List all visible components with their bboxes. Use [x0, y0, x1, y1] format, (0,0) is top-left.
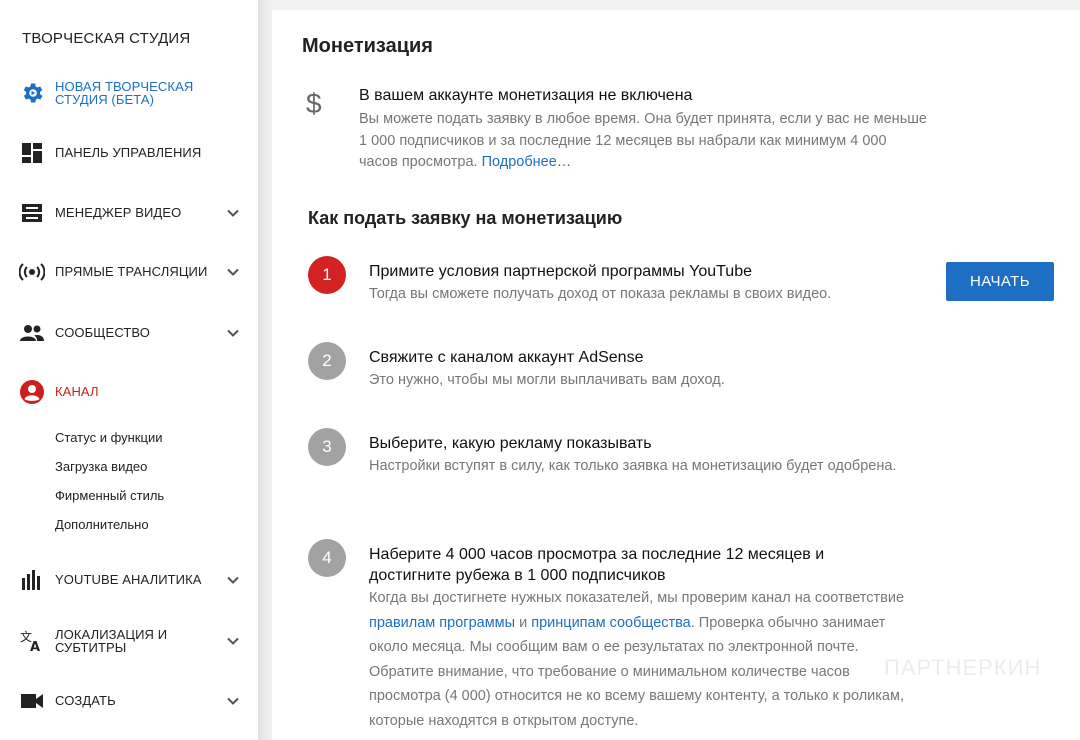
sidebar-item-create[interactable]: СОЗДАТЬ	[0, 688, 258, 714]
step-title: Выберите, какую рекламу показывать	[369, 435, 652, 452]
step-number: 4	[308, 539, 346, 577]
sidebar-subitem-status[interactable]: Статус и функции	[55, 430, 162, 445]
notice-title: В вашем аккаунте монетизация не включена	[359, 87, 693, 104]
sidebar-item-label: МЕНЕДЖЕР ВИДЕО	[55, 205, 182, 220]
studio-app: ТВОРЧЕСКАЯ СТУДИЯ НОВАЯ ТВОРЧЕСКАЯ СТУДИ…	[0, 0, 1080, 740]
watermark: ПАРТНЕРКИН	[884, 655, 1042, 680]
sidebar-item-label: СТУДИЯ (БЕТА)	[55, 92, 155, 107]
gear-icon	[19, 80, 45, 106]
translate-icon: 文A	[19, 628, 45, 654]
sidebar-item-label: YOUTUBE АНАЛИТИКА	[55, 572, 202, 587]
dashboard-icon	[19, 140, 45, 166]
dollar-icon: $	[306, 88, 322, 119]
chevron-down-icon[interactable]	[226, 326, 240, 340]
step-description-text: и	[515, 614, 532, 631]
community-guidelines-link[interactable]: принципам сообщества	[531, 615, 691, 631]
chevron-down-icon[interactable]	[226, 265, 240, 279]
step-description: Это нужно, чтобы мы могли выплачивать ва…	[369, 372, 725, 388]
sidebar-divider	[258, 0, 272, 740]
sidebar-item-label: ПРЯМЫЕ ТРАНСЛЯЦИИ	[55, 264, 208, 279]
sidebar-item-label: СУБТИТРЫ	[55, 640, 127, 655]
analytics-icon	[19, 567, 45, 593]
sidebar-item-localization[interactable]: 文A ЛОКАЛИЗАЦИЯ И СУБТИТРЫ	[0, 626, 258, 656]
video-camera-icon	[19, 688, 45, 714]
start-button[interactable]: НАЧАТЬ	[946, 262, 1054, 301]
program-policies-link[interactable]: правилам программы	[369, 615, 515, 631]
step-number: 3	[308, 428, 346, 466]
sidebar-item-channel[interactable]: КАНАЛ	[0, 379, 258, 405]
step-number: 1	[308, 256, 346, 294]
step-description: Тогда вы сможете получать доход от показ…	[369, 286, 832, 302]
sidebar-item-label: КАНАЛ	[55, 384, 99, 399]
step-title: Примите условия партнерской программы Yo…	[369, 263, 752, 280]
step-number: 2	[308, 342, 346, 380]
page-title: Монетизация	[302, 35, 433, 57]
step-description: Настройки вступят в силу, как только зая…	[369, 458, 897, 474]
community-icon	[19, 320, 45, 346]
sidebar-item-label: ПАНЕЛЬ УПРАВЛЕНИЯ	[55, 145, 202, 160]
chevron-down-icon[interactable]	[226, 694, 240, 708]
sidebar-item-video-manager[interactable]: МЕНЕДЖЕР ВИДЕО	[0, 200, 258, 226]
sidebar-item-community[interactable]: СООБЩЕСТВО	[0, 320, 258, 346]
sidebar-subitem-branding[interactable]: Фирменный стиль	[55, 488, 164, 503]
chevron-down-icon[interactable]	[226, 206, 240, 220]
notice-text-body: Вы можете подать заявку в любое время. О…	[359, 111, 927, 170]
video-manager-icon	[19, 200, 45, 226]
learn-more-link[interactable]: Подробнее…	[482, 154, 572, 170]
chevron-down-icon[interactable]	[226, 573, 240, 587]
svg-text:A: A	[30, 640, 40, 653]
sidebar-item-label: СОЗДАТЬ	[55, 693, 116, 708]
monetization-panel: Монетизация $ В вашем аккаунте монетизац…	[272, 10, 1080, 740]
step-description: Когда вы достигнете нужных показателей, …	[369, 586, 914, 733]
how-to-apply-title: Как подать заявку на монетизацию	[308, 208, 623, 228]
step-title: Наберите 4 000 часов просмотра за послед…	[369, 546, 825, 584]
sidebar-item-dashboard[interactable]: ПАНЕЛЬ УПРАВЛЕНИЯ	[0, 140, 258, 166]
sidebar-title: ТВОРЧЕСКАЯ СТУДИЯ	[22, 30, 191, 47]
sidebar-subitem-advanced[interactable]: Дополнительно	[55, 517, 149, 532]
account-icon	[19, 379, 45, 405]
notice-text: Вы можете подать заявку в любое время. О…	[359, 109, 929, 174]
sidebar-item-live[interactable]: ПРЯМЫЕ ТРАНСЛЯЦИИ	[0, 259, 258, 285]
live-broadcast-icon	[19, 259, 45, 285]
step-title: Свяжите с каналом аккаунт AdSense	[369, 349, 644, 366]
step-description-text: Когда вы достигнете нужных показателей, …	[369, 590, 905, 606]
step-description-text: . Проверка обычно занимает около месяца.…	[369, 614, 904, 729]
chevron-down-icon[interactable]	[226, 634, 240, 648]
sidebar: ТВОРЧЕСКАЯ СТУДИЯ НОВАЯ ТВОРЧЕСКАЯ СТУДИ…	[0, 0, 258, 740]
sidebar-item-new-studio[interactable]: НОВАЯ ТВОРЧЕСКАЯ СТУДИЯ (БЕТА)	[0, 78, 258, 108]
sidebar-item-label: СООБЩЕСТВО	[55, 325, 150, 340]
sidebar-subitem-upload[interactable]: Загрузка видео	[55, 459, 147, 474]
sidebar-item-analytics[interactable]: YOUTUBE АНАЛИТИКА	[0, 567, 258, 593]
